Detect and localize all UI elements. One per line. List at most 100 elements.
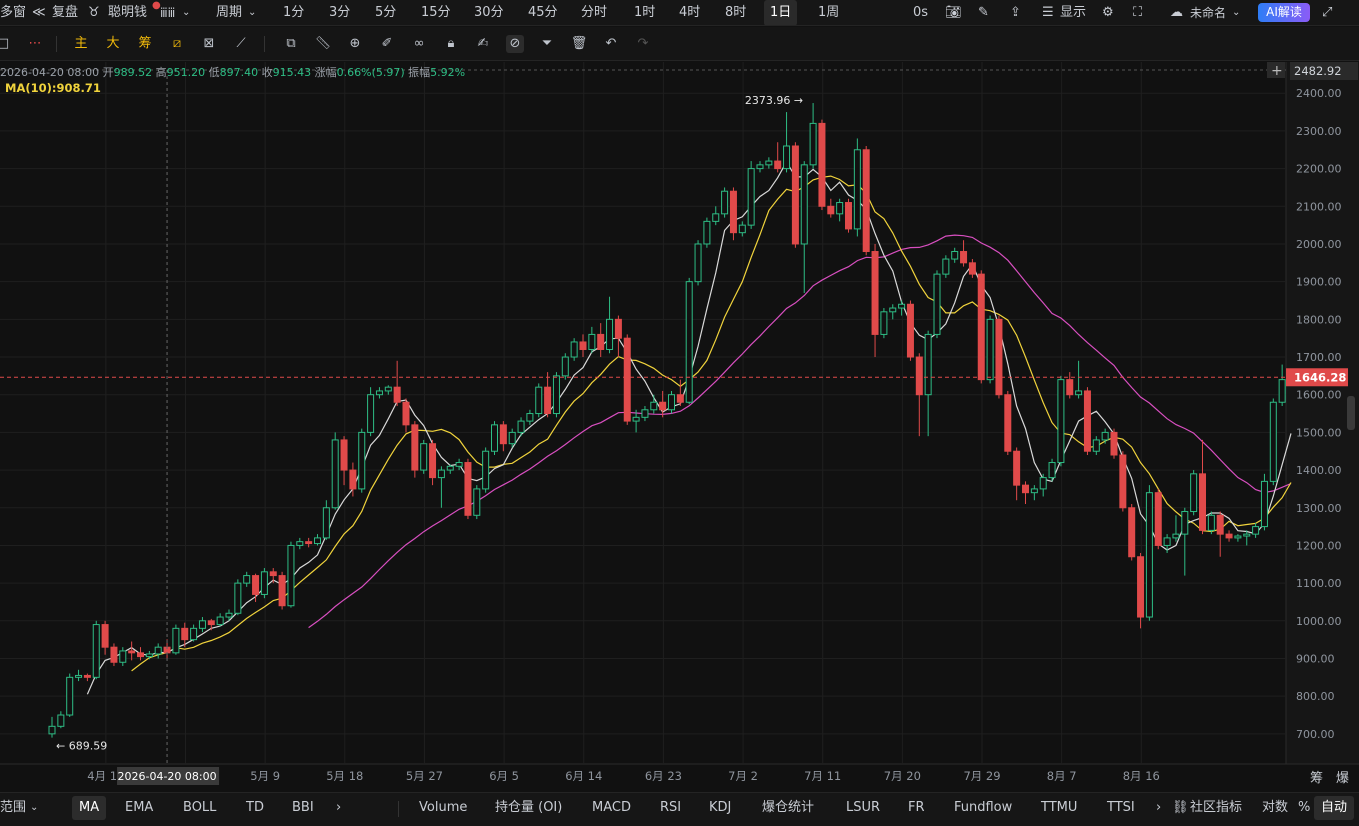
candle-body bbox=[269, 571, 277, 577]
plus-icon[interactable]: + bbox=[1271, 63, 1283, 79]
main-indicator-boll[interactable]: BOLL bbox=[183, 793, 216, 823]
community-indicators[interactable]: 社区指标 bbox=[1190, 793, 1242, 823]
candle-body bbox=[145, 653, 153, 658]
candle-body bbox=[1083, 390, 1091, 452]
ma-short-line bbox=[86, 160, 1292, 695]
candle-body bbox=[712, 213, 720, 222]
candle-body bbox=[446, 465, 454, 471]
candle-body bbox=[1234, 535, 1242, 539]
chevron-right-icon[interactable]: › bbox=[336, 793, 341, 823]
price-tick-label: 1100.00 bbox=[1296, 577, 1342, 590]
sub-indicator-10[interactable]: TTSI bbox=[1107, 793, 1135, 823]
candle-body bbox=[800, 164, 808, 245]
candle-body bbox=[243, 575, 251, 584]
community-icon: ⛓ bbox=[1172, 800, 1189, 815]
candle-body bbox=[1030, 488, 1038, 494]
time-tick-label: 5月 9 bbox=[250, 769, 280, 783]
candle-body bbox=[1075, 390, 1083, 396]
candle-body bbox=[482, 450, 490, 490]
chevron-right-icon[interactable]: › bbox=[1156, 793, 1161, 823]
close-label: 收 bbox=[261, 66, 273, 79]
sub-indicator-8[interactable]: Fundflow bbox=[954, 793, 1012, 823]
candle-body bbox=[783, 145, 791, 170]
sub-indicator-7[interactable]: FR bbox=[908, 793, 925, 823]
chevron-down-icon[interactable]: ⌄ bbox=[30, 793, 38, 823]
candle-body bbox=[544, 386, 552, 415]
price-tick-label: 800.00 bbox=[1296, 690, 1335, 703]
candle-body bbox=[384, 386, 392, 392]
candle-body bbox=[535, 386, 543, 415]
candle-body bbox=[729, 190, 737, 234]
candle-body bbox=[703, 220, 711, 245]
sub-indicator-1[interactable]: 持仓量 (OI) bbox=[495, 793, 562, 823]
price-tick-label: 1200.00 bbox=[1296, 539, 1342, 552]
candle-body bbox=[137, 652, 144, 658]
candlestick-chart[interactable]: 700.00 800.00 900.00 1000.00 1100.00 1200.00 1… bbox=[0, 0, 1359, 826]
candle-body bbox=[464, 462, 472, 516]
sub-indicator-2[interactable]: MACD bbox=[592, 793, 631, 823]
candle-body bbox=[915, 356, 923, 396]
amplitude-value: 5.92% bbox=[430, 66, 466, 79]
change-value: 0.66%(5.97) bbox=[336, 66, 405, 79]
candle-body bbox=[809, 122, 817, 166]
time-tick-label: 6月 14 bbox=[565, 769, 602, 783]
candle-body bbox=[1066, 379, 1074, 396]
candle-body bbox=[1092, 439, 1100, 452]
candle-body bbox=[552, 375, 560, 415]
candle-body bbox=[1190, 473, 1198, 513]
candle-body bbox=[960, 251, 968, 264]
main-indicator-ma[interactable]: MA bbox=[72, 796, 107, 820]
high-value: 951.20 bbox=[166, 66, 206, 79]
auto-scale-toggle[interactable]: 自动 bbox=[1314, 796, 1355, 820]
candle-body bbox=[216, 616, 224, 626]
percent-scale-toggle[interactable]: % bbox=[1298, 793, 1310, 823]
candle-body bbox=[66, 676, 74, 716]
candle-body bbox=[429, 443, 437, 479]
crosshair-date-label: 2026-04-20 08:00 bbox=[117, 770, 216, 783]
candle-body bbox=[1004, 394, 1012, 452]
candle-body bbox=[1145, 492, 1153, 618]
sub-indicator-6[interactable]: LSUR bbox=[846, 793, 880, 823]
sub-indicator-9[interactable]: TTMU bbox=[1041, 793, 1077, 823]
sub-indicator-3[interactable]: RSI bbox=[660, 793, 681, 823]
ma-mid-line bbox=[131, 175, 1292, 672]
candle-body bbox=[411, 424, 419, 471]
current-price-tag: 1646.28 bbox=[1294, 370, 1346, 384]
range-dropdown[interactable]: 范围 bbox=[0, 793, 26, 823]
candle-body bbox=[119, 650, 127, 663]
time-tick-label: 7月 29 bbox=[963, 769, 1000, 783]
candle-body bbox=[517, 420, 525, 433]
candle-body bbox=[641, 409, 649, 418]
log-scale-toggle[interactable]: 对数 bbox=[1262, 793, 1288, 823]
candle-body bbox=[508, 431, 516, 445]
main-indicator-bbi[interactable]: BBI bbox=[292, 793, 314, 823]
time-axis-button[interactable]: 爆 bbox=[1336, 771, 1349, 786]
candle-body bbox=[676, 394, 684, 403]
candle-body bbox=[924, 333, 932, 396]
price-tick-label: 1400.00 bbox=[1296, 464, 1342, 477]
candle-body bbox=[623, 337, 631, 422]
candle-body bbox=[349, 469, 357, 490]
price-tick-label: 2300.00 bbox=[1296, 125, 1342, 138]
sub-indicator-0[interactable]: Volume bbox=[419, 793, 467, 823]
candle-body bbox=[668, 394, 675, 411]
sub-indicator-4[interactable]: KDJ bbox=[709, 793, 731, 823]
candle-body bbox=[650, 401, 658, 411]
candle-body bbox=[260, 571, 268, 595]
sub-indicator-5[interactable]: 爆仓统计 bbox=[762, 793, 814, 823]
candle-body bbox=[128, 650, 136, 654]
main-indicator-td[interactable]: TD bbox=[246, 793, 264, 823]
candle-body bbox=[827, 205, 835, 215]
main-indicator-ema[interactable]: EMA bbox=[125, 793, 153, 823]
candle-body bbox=[48, 725, 56, 735]
candle-body bbox=[278, 575, 286, 607]
candle-body bbox=[1207, 514, 1215, 531]
price-tick-label: 1500.00 bbox=[1296, 426, 1342, 439]
time-axis-button[interactable]: 筹 bbox=[1310, 770, 1323, 786]
candle-body bbox=[898, 303, 906, 309]
candle-body bbox=[340, 439, 348, 471]
price-tick-label: 1700.00 bbox=[1296, 351, 1342, 364]
scroll-handle[interactable] bbox=[1347, 396, 1355, 430]
candle-body bbox=[358, 431, 366, 490]
time-tick-label: 8月 16 bbox=[1123, 769, 1160, 783]
